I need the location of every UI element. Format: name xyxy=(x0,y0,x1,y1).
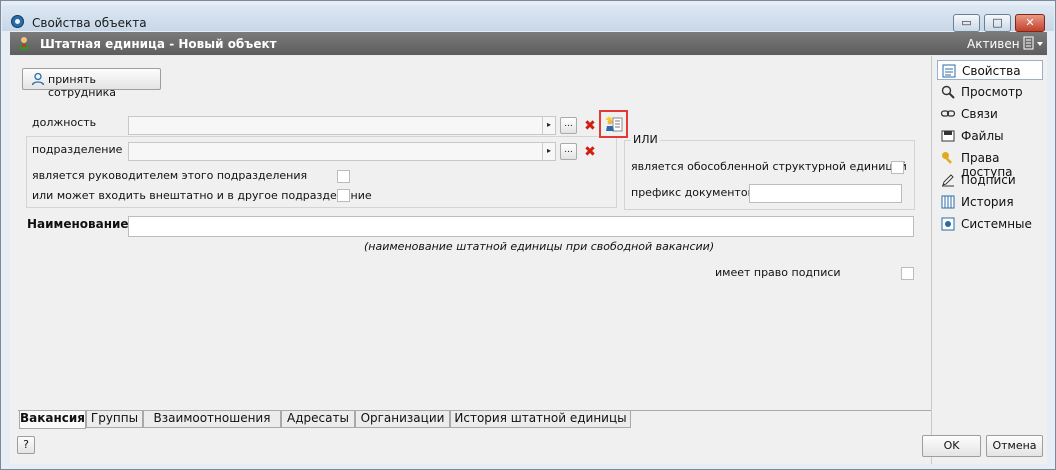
minimize-icon: ▭ xyxy=(961,16,972,29)
status-label: Активен xyxy=(967,37,1020,51)
separate-unit-checkbox[interactable] xyxy=(891,161,904,174)
tab-relationships[interactable]: Взаимоотношения xyxy=(143,411,281,428)
tab-vacancy[interactable]: Вакансия xyxy=(19,411,86,429)
extra-membership-checkbox[interactable] xyxy=(337,189,350,202)
pen-icon xyxy=(942,174,954,187)
tab-groups[interactable]: Группы xyxy=(86,411,143,428)
app-icon xyxy=(11,15,24,28)
history-icon xyxy=(941,195,955,209)
cancel-button[interactable]: Отмена xyxy=(986,435,1043,457)
sign-right-checkbox[interactable] xyxy=(901,267,914,280)
position-clear-icon[interactable]: ✖ xyxy=(583,119,597,133)
position-label: должность xyxy=(32,116,97,129)
division-clear-icon[interactable]: ✖ xyxy=(583,145,597,159)
sidebar-item-label: Подписи xyxy=(961,173,1016,187)
division-select-button[interactable]: ... xyxy=(560,143,577,160)
sidebar-item-label: Системные xyxy=(961,217,1032,231)
sign-right-label: имеет право подписи xyxy=(715,266,841,279)
sidebar-item-links[interactable]: Связи xyxy=(937,104,1043,124)
extra-membership-label: или может входить внештатно и в другое п… xyxy=(32,189,372,202)
sidebar-item-properties[interactable]: Свойства xyxy=(937,60,1043,80)
status-menu-icon[interactable] xyxy=(1023,36,1045,51)
division-arrow-icon[interactable]: ▸ xyxy=(542,143,555,160)
sidebar-item-preview[interactable]: Просмотр xyxy=(937,82,1043,102)
name-hint: (наименование штатной единицы при свобод… xyxy=(364,240,715,253)
hire-employee-button[interactable]: принять сотрудника xyxy=(22,68,161,99)
close-button[interactable]: ✕ xyxy=(1015,14,1045,32)
sidebar-item-label: История xyxy=(961,195,1014,209)
key-icon xyxy=(942,152,952,164)
sidebar-item-label: Просмотр xyxy=(961,85,1023,99)
title-bar[interactable]: Свойства объекта ▭ □ ✕ xyxy=(2,5,1054,32)
object-header: Штатная единица - Новый объект Активен xyxy=(10,32,1047,55)
is-head-checkbox[interactable] xyxy=(337,170,350,183)
sidebar-item-label: Файлы xyxy=(961,129,1004,143)
magnifier-icon xyxy=(941,85,955,99)
main-panel: принять сотрудника должность ▸ ... ✖ под… xyxy=(10,56,931,464)
dialog-body: принять сотрудника должность ▸ ... ✖ под… xyxy=(10,56,1047,464)
properties-icon xyxy=(942,64,956,78)
files-icon xyxy=(941,130,955,142)
sidebar-item-history[interactable]: История xyxy=(937,192,1043,212)
sidebar-item-signatures[interactable]: Подписи xyxy=(937,170,1043,190)
division-label: подразделение xyxy=(32,143,123,156)
division-field[interactable]: ▸ xyxy=(128,142,556,161)
name-label: Наименование xyxy=(27,217,129,231)
person-icon xyxy=(31,72,45,86)
tab-addressees[interactable]: Адресаты xyxy=(281,411,355,428)
maximize-icon: □ xyxy=(992,16,1003,29)
separate-unit-label: является обособленной структурной единиц… xyxy=(631,160,907,173)
close-icon: ✕ xyxy=(1025,16,1035,29)
sidebar-item-label: Связи xyxy=(961,107,998,121)
hire-employee-label: принять сотрудника xyxy=(48,73,117,99)
doc-prefix-input[interactable] xyxy=(749,184,902,203)
is-head-label: является руководителем этого подразделен… xyxy=(32,169,308,182)
sidebar-item-label: Свойства xyxy=(962,64,1021,78)
or-label: ИЛИ xyxy=(631,133,660,146)
properties-window: Свойства объекта ▭ □ ✕ Штатная единица -… xyxy=(0,0,1056,470)
ok-button[interactable]: OK xyxy=(922,435,981,457)
position-arrow-icon[interactable]: ▸ xyxy=(542,117,555,134)
window-title: Свойства объекта xyxy=(32,16,147,30)
staff-unit-icon xyxy=(19,37,29,50)
system-icon xyxy=(941,217,955,231)
position-select-button[interactable]: ... xyxy=(560,117,577,134)
position-field[interactable]: ▸ xyxy=(128,116,556,135)
dialog-footer: ? OK Отмена xyxy=(10,431,1047,464)
create-position-button-highlight[interactable] xyxy=(599,110,628,138)
sidebar-item-files[interactable]: Файлы xyxy=(937,126,1043,146)
minimize-button[interactable]: ▭ xyxy=(953,14,980,32)
name-input[interactable] xyxy=(128,216,914,237)
new-position-icon xyxy=(605,116,623,132)
maximize-button[interactable]: □ xyxy=(984,14,1011,32)
tab-organizations[interactable]: Организации xyxy=(355,411,450,428)
help-button[interactable]: ? xyxy=(17,436,35,454)
object-title: Штатная единица - Новый объект xyxy=(40,37,277,51)
tab-unit-history[interactable]: История штатной единицы xyxy=(450,411,631,428)
sidebar-item-access-rights[interactable]: Права доступа xyxy=(937,148,1043,179)
doc-prefix-label: префикс документов xyxy=(631,186,755,199)
link-icon xyxy=(941,110,955,117)
panel-divider xyxy=(931,56,932,464)
sidebar-item-system[interactable]: Системные xyxy=(937,214,1043,234)
